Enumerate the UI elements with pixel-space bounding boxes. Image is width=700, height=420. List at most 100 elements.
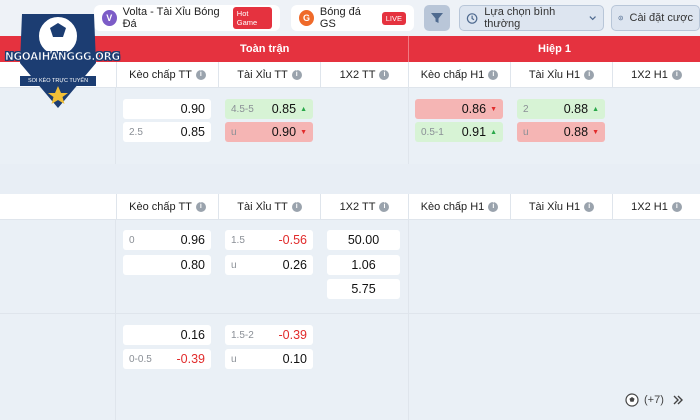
odds-cell[interactable]: u 0.26 bbox=[225, 255, 313, 275]
odds-value: 1.06 bbox=[351, 258, 376, 272]
clock-icon bbox=[466, 12, 478, 24]
odds-cell[interactable]: 0.90 bbox=[123, 99, 211, 119]
col-handicap-h1-label: Kèo chấp H1 bbox=[420, 201, 485, 213]
bet-mode-label: Lựa chọn bình thường bbox=[484, 6, 556, 30]
row-divider bbox=[116, 313, 700, 314]
info-icon: i bbox=[488, 202, 499, 212]
filter-icon bbox=[431, 13, 443, 23]
full-time-label: Toàn trận bbox=[240, 43, 290, 55]
period-divider bbox=[408, 36, 409, 62]
handicap-line: 2.5 bbox=[129, 126, 143, 138]
odds-cell[interactable]: u 0.90 ▼ bbox=[225, 122, 313, 142]
col-handicap-h1[interactable]: Kèo chấp H1 i bbox=[408, 62, 510, 88]
total-line: 2 bbox=[523, 103, 529, 115]
total-line: 4.5-5 bbox=[231, 103, 254, 115]
logo-text: NGOAIHANGGG.ORG bbox=[5, 51, 121, 64]
info-icon: i bbox=[584, 70, 595, 80]
chevron-down-icon bbox=[589, 16, 596, 21]
bet-settings-label: Cài đặt cược bbox=[629, 12, 694, 24]
bet-settings-button[interactable]: Cài đặt cược bbox=[611, 5, 700, 31]
info-icon: i bbox=[671, 70, 682, 80]
col-1x2-h1[interactable]: 1X2 H1 i bbox=[612, 194, 700, 220]
tab-bong-da-gs[interactable]: G Bóng đá GS LIVE bbox=[291, 5, 414, 31]
odds-cell[interactable]: 0 0.96 bbox=[123, 230, 211, 250]
column-header-row: Kèo chấp TT i Tài Xỉu TT i 1X2 TT i Kèo chấ… bbox=[0, 194, 700, 220]
col-over-under-h1-label: Tài Xỉu H1 bbox=[528, 69, 581, 81]
total-line: 1.5 bbox=[231, 234, 245, 246]
column-divider bbox=[408, 88, 409, 164]
col-over-under-ft[interactable]: Tài Xỉu TT i bbox=[218, 62, 320, 88]
odds-cell[interactable]: 2.5 0.85 bbox=[123, 122, 211, 142]
col-over-under-h1[interactable]: Tài Xỉu H1 i bbox=[510, 62, 612, 88]
odds-cell[interactable]: 1.5 -0.56 bbox=[225, 230, 313, 250]
odds-cell[interactable]: 2 0.88 ▲ bbox=[517, 99, 605, 119]
ball-icon: G bbox=[299, 10, 314, 26]
odds-cell[interactable]: 1.06 bbox=[327, 255, 400, 275]
more-markets-button[interactable]: (+7) bbox=[625, 390, 684, 410]
odds-cell[interactable]: 1.5-2 -0.39 bbox=[225, 325, 313, 345]
col-over-under-h1-label: Tài Xỉu H1 bbox=[528, 201, 581, 213]
logo-subtitle: SOI KÈO TRỰC TUYẾN bbox=[20, 76, 96, 86]
live-badge: LIVE bbox=[381, 11, 406, 25]
handicap-line: 0 bbox=[129, 234, 135, 246]
odds-value: 0.26 bbox=[282, 258, 307, 272]
odds-value: 0.88 bbox=[563, 125, 589, 139]
odds-value: 0.10 bbox=[282, 352, 307, 366]
total-line: u bbox=[231, 126, 237, 138]
col-over-under-h1[interactable]: Tài Xỉu H1 i bbox=[510, 194, 612, 220]
match-info-cell bbox=[0, 220, 116, 420]
info-icon: i bbox=[671, 202, 682, 212]
odds-cell[interactable]: 0.5-1 0.91 ▲ bbox=[415, 122, 503, 142]
odds-value: 5.75 bbox=[351, 282, 376, 296]
handicap-line: 0.5-1 bbox=[421, 126, 444, 138]
odds-value: 0.91 bbox=[461, 125, 487, 139]
col-over-under-ft[interactable]: Tài Xỉu TT i bbox=[218, 194, 320, 220]
odds-value: 0.16 bbox=[180, 328, 205, 342]
site-logo[interactable]: NGOAIHANGGG.ORG SOI KÈO TRỰC TUYẾN bbox=[0, 8, 121, 108]
tab-volta[interactable]: V Volta - Tài Xỉu Bóng Đá Hot Game bbox=[94, 5, 280, 31]
tab-volta-label: Volta - Tài Xỉu Bóng Đá bbox=[122, 6, 220, 30]
col-1x2-h1[interactable]: 1X2 H1 i bbox=[612, 62, 700, 88]
col-1x2-ft[interactable]: 1X2 TT i bbox=[320, 194, 408, 220]
odds-value: 0.85 bbox=[271, 102, 297, 116]
column-divider bbox=[408, 220, 409, 420]
odds-down-icon: ▼ bbox=[300, 128, 307, 136]
odds-cell[interactable]: 0.86 ▼ bbox=[415, 99, 503, 119]
gear-icon bbox=[618, 15, 623, 21]
odds-cell[interactable]: 5.75 bbox=[327, 279, 400, 299]
football-icon bbox=[625, 393, 639, 407]
info-icon: i bbox=[488, 70, 499, 80]
col-handicap-ft[interactable]: Kèo chấp TT i bbox=[116, 62, 218, 88]
odds-value: 0.86 bbox=[461, 102, 487, 116]
odds-cell[interactable]: 0.80 bbox=[123, 255, 211, 275]
info-icon: i bbox=[379, 202, 390, 212]
odds-cell[interactable]: 4.5-5 0.85 ▲ bbox=[225, 99, 313, 119]
odds-up-icon: ▲ bbox=[490, 128, 497, 136]
col-handicap-h1[interactable]: Kèo chấp H1 i bbox=[408, 194, 510, 220]
total-line: u bbox=[231, 259, 237, 271]
handicap-line: 0-0.5 bbox=[129, 353, 152, 365]
odds-cell[interactable]: 50.00 bbox=[327, 230, 400, 250]
odds-cell[interactable]: u 0.88 ▼ bbox=[517, 122, 605, 142]
col-1x2-h1-label: 1X2 H1 bbox=[631, 201, 668, 213]
odds-cell[interactable]: 0.16 bbox=[123, 325, 211, 345]
bet-mode-select[interactable]: Lựa chọn bình thường bbox=[459, 5, 604, 31]
odds-down-icon: ▼ bbox=[592, 128, 599, 136]
odds-cell[interactable]: u 0.10 bbox=[225, 349, 313, 369]
double-chevron-right-icon bbox=[673, 395, 683, 405]
odds-up-icon: ▲ bbox=[592, 105, 599, 113]
odds-value: -0.39 bbox=[176, 352, 206, 366]
col-over-under-ft-label: Tài Xỉu TT bbox=[237, 69, 288, 81]
col-handicap-ft[interactable]: Kèo chấp TT i bbox=[116, 194, 218, 220]
filter-button[interactable] bbox=[424, 5, 450, 31]
col-handicap-ft-label: Kèo chấp TT bbox=[129, 69, 192, 81]
odds-value: -0.56 bbox=[278, 233, 308, 247]
col-1x2-ft[interactable]: 1X2 TT i bbox=[320, 62, 408, 88]
info-icon: i bbox=[291, 70, 302, 80]
odds-value: 0.96 bbox=[180, 233, 205, 247]
info-icon: i bbox=[584, 202, 595, 212]
odds-cell[interactable]: 0-0.5 -0.39 bbox=[123, 349, 211, 369]
total-line: u bbox=[231, 353, 237, 365]
odds-up-icon: ▲ bbox=[300, 105, 307, 113]
col-1x2-h1-label: 1X2 H1 bbox=[631, 69, 668, 81]
